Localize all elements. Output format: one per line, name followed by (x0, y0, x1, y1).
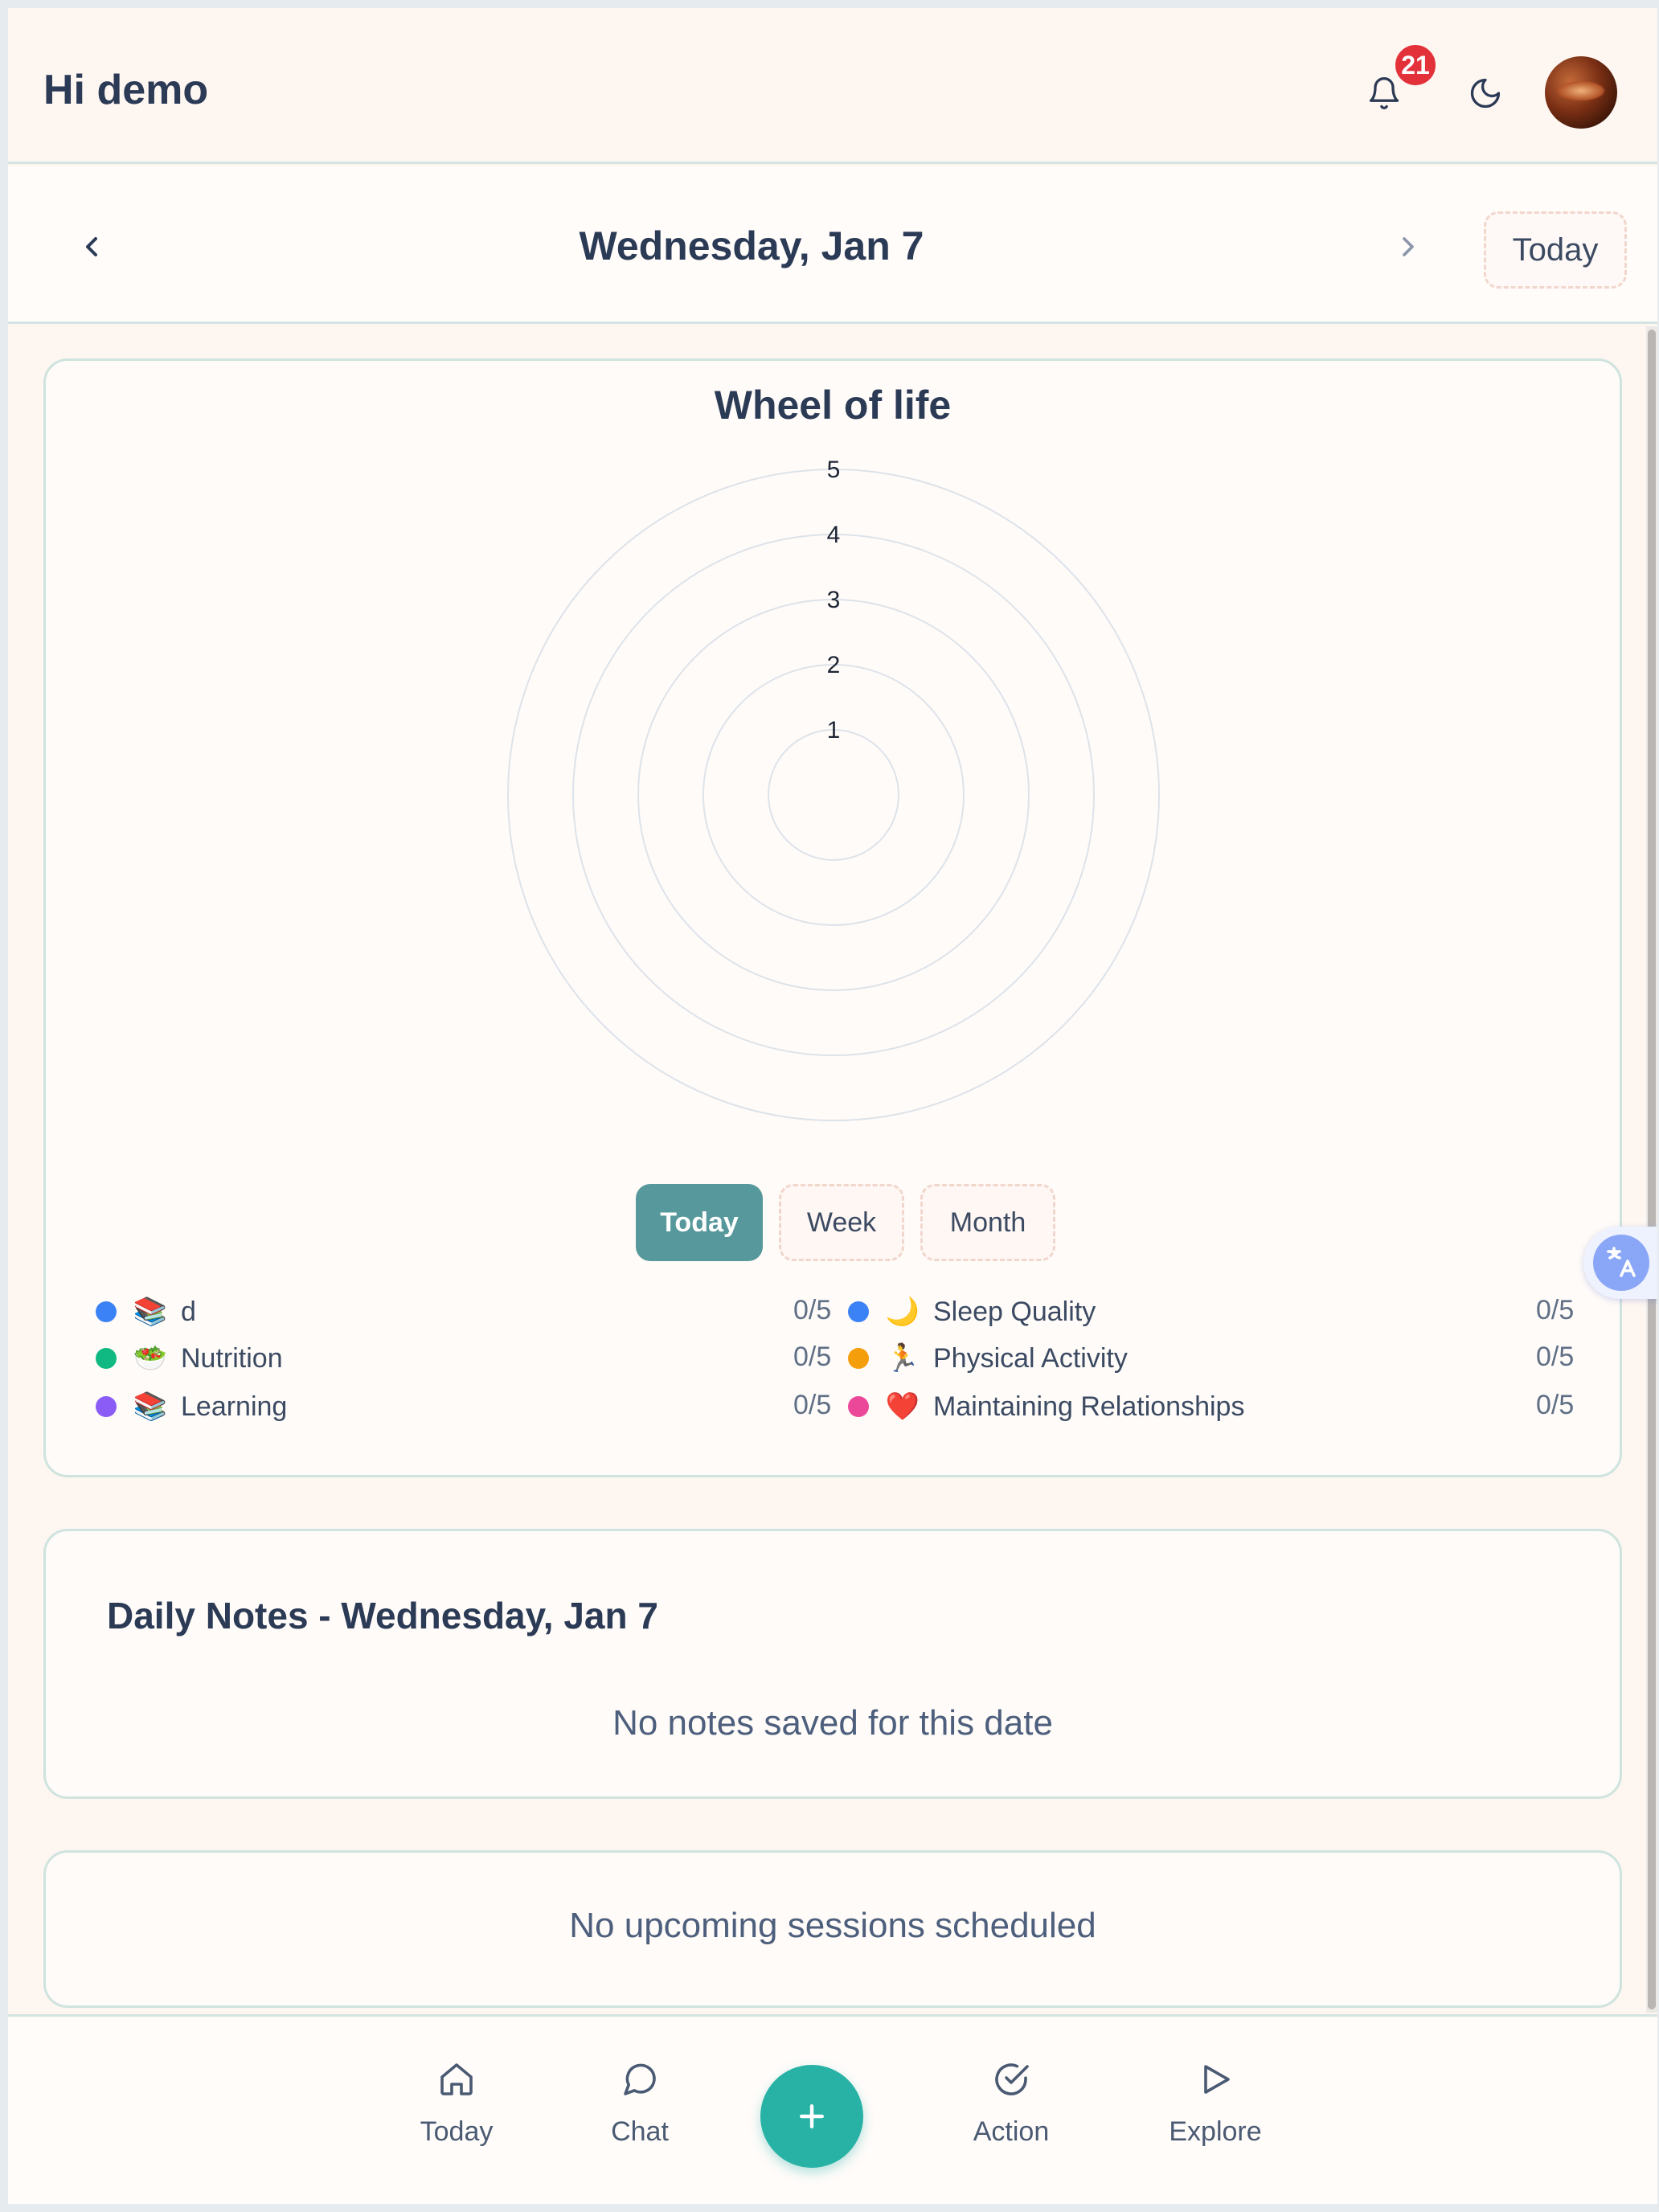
radar-grid-ring (507, 469, 1160, 1121)
add-button[interactable] (760, 2065, 863, 2168)
nav-explore-label: Explore (1169, 2116, 1262, 2147)
legend-item: 📚 Learning (96, 1387, 287, 1427)
legend-score: 0/5 (793, 1295, 832, 1325)
radar-tick-label: 3 (827, 587, 841, 613)
moon-icon (1470, 78, 1501, 109)
books-icon: 📚 (133, 1391, 168, 1422)
radar-grid-ring (768, 729, 899, 861)
legend-label: Nutrition (181, 1342, 283, 1374)
legend-item: 📚 d (96, 1292, 196, 1332)
wheel-radar-chart: 1 2 3 4 5 (507, 457, 1160, 1121)
legend-label: d (181, 1296, 196, 1327)
daily-notes-title: Daily Notes - Wednesday, Jan 7 (107, 1595, 658, 1636)
translate-icon (1593, 1235, 1649, 1291)
notes-empty-message: No notes saved for this date (612, 1703, 1053, 1743)
legend-item: 🥗 Nutrition (96, 1338, 283, 1378)
app-header: Hi demo 21 (8, 8, 1657, 164)
nav-chat-label: Chat (611, 2116, 669, 2147)
radar-tick-label: 4 (827, 522, 841, 548)
legend-score: 0/5 (1536, 1390, 1575, 1420)
play-icon (1204, 2065, 1230, 2094)
range-week-button[interactable]: Week (779, 1184, 904, 1261)
translate-button[interactable] (1583, 1227, 1657, 1299)
radar-grid-ring (703, 664, 965, 926)
nav-explore[interactable]: Explore (1151, 2060, 1280, 2148)
nav-action-label: Action (973, 2116, 1050, 2147)
legend-dot (848, 1396, 869, 1417)
legend-label: Learning (181, 1391, 288, 1422)
greeting: Hi demo (43, 67, 209, 113)
legend-item: 🌙 Sleep Quality (848, 1292, 1096, 1332)
legend-score: 0/5 (1536, 1295, 1575, 1325)
chat-icon (624, 2063, 656, 2095)
nav-action[interactable]: Action (947, 2060, 1075, 2148)
legend-dot (848, 1348, 869, 1369)
scrollbar-thumb[interactable] (1648, 330, 1656, 2009)
legend-label: Sleep Quality (933, 1296, 1096, 1327)
heart-icon: ❤️ (885, 1391, 920, 1422)
nav-today-label: Today (420, 2116, 494, 2147)
wheel-title: Wheel of life (714, 383, 952, 428)
legend-score: 0/5 (793, 1390, 832, 1420)
radar-tick-label: 1 (827, 717, 841, 743)
legend-dot (848, 1301, 869, 1322)
date-title: Wednesday, Jan 7 (579, 223, 924, 268)
chevron-right-icon (1403, 237, 1414, 256)
date-navigation: Wednesday, Jan 7 Today (8, 166, 1657, 324)
legend-dot (96, 1348, 117, 1369)
sessions-empty-message: No upcoming sessions scheduled (569, 1906, 1096, 1945)
check-circle-icon (995, 2063, 1029, 2095)
books-icon: 📚 (133, 1296, 168, 1327)
range-selector: Today Week Month (636, 1184, 1055, 1261)
app-frame: Hi demo 21 Wednesday, Jan 7 Today Wheel … (8, 8, 1657, 2204)
notification-badge: 21 (1392, 42, 1439, 88)
legend-dot (96, 1301, 117, 1322)
theme-toggle-button[interactable] (1463, 71, 1508, 116)
sessions-card: No upcoming sessions scheduled (43, 1850, 1622, 2008)
salad-icon: 🥗 (133, 1343, 168, 1374)
radar-tick-label: 2 (827, 652, 841, 678)
runner-icon: 🏃 (885, 1343, 920, 1374)
legend-label: Maintaining Relationships (933, 1391, 1245, 1422)
nav-today[interactable]: Today (392, 2060, 521, 2148)
daily-notes-card: Daily Notes - Wednesday, Jan 7 No notes … (43, 1529, 1622, 1799)
moon-emoji-icon: 🌙 (885, 1296, 920, 1327)
plus-icon (799, 2103, 825, 2129)
jump-to-today-button[interactable]: Today (1484, 211, 1627, 289)
legend-dot (96, 1396, 117, 1417)
legend-item: ❤️ Maintaining Relationships (848, 1387, 1244, 1427)
nav-chat[interactable]: Chat (576, 2060, 704, 2148)
legend-item: 🏃 Physical Activity (848, 1338, 1128, 1378)
range-today-button[interactable]: Today (636, 1184, 763, 1261)
legend-score: 0/5 (1536, 1342, 1575, 1372)
bottom-navigation: Today Chat Action Explore (8, 2014, 1657, 2204)
home-icon (440, 2063, 473, 2095)
radar-tick-label: 5 (827, 457, 841, 483)
avatar[interactable] (1545, 56, 1617, 129)
wheel-of-life-card: Wheel of life 1 2 3 4 5 Today Week Month 📚 d… (43, 358, 1622, 1477)
range-month-button[interactable]: Month (920, 1184, 1055, 1261)
legend-score: 0/5 (793, 1342, 832, 1372)
next-day-button[interactable] (1392, 231, 1424, 263)
legend-label: Physical Activity (933, 1342, 1128, 1374)
